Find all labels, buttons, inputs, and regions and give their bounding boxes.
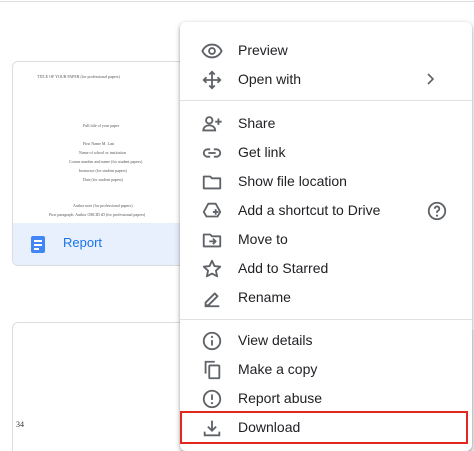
thumb-line: TITLE OF YOUR PAPER (for professional pa… (37, 74, 120, 79)
menu-item-label: Move to (238, 231, 288, 247)
link-icon (201, 142, 223, 164)
drive-shortcut-icon (201, 200, 223, 222)
thumb-line: Instructor (for student papers) (79, 168, 127, 173)
menu-item-label: Add to Starred (238, 260, 329, 276)
thumb-line: First paragraph, Author ORCID iD (for pr… (49, 212, 146, 217)
menu-item-label: Get link (238, 144, 286, 160)
menu-item-report-abuse[interactable]: Report abuse (180, 384, 472, 413)
file-card-footer[interactable]: Report (13, 223, 191, 265)
download-highlight-box (180, 411, 468, 444)
menu-item-label: Open with (238, 71, 302, 87)
menu-item-rename[interactable]: Rename (180, 283, 472, 312)
document-thumbnail: TITLE OF YOUR PAPER (for professional pa… (13, 62, 191, 223)
drive-screen: TITLE OF YOUR PAPER (for professional pa… (0, 0, 474, 451)
folder-icon (201, 171, 223, 193)
menu-item-label: View details (238, 332, 313, 348)
menu-item-make-a-copy[interactable]: Make a copy (180, 355, 472, 384)
chevron-right-icon (424, 71, 438, 87)
alert-icon (201, 388, 223, 410)
menu-item-label: Rename (238, 289, 291, 305)
menu-divider (180, 100, 472, 101)
copy-icon (201, 359, 223, 381)
context-menu: Preview Open with Share Get link Show fi… (180, 22, 472, 451)
thumb-line: Author note (for professional papers) (73, 203, 133, 208)
thumb-line: Date (for student papers) (83, 177, 123, 182)
thumb-line: Course number and name (for student pape… (69, 159, 143, 164)
menu-item-add-shortcut[interactable]: Add a shortcut to Drive (180, 196, 472, 225)
file-card-second[interactable]: 34 (12, 322, 192, 451)
thumb-line: Full title of your paper (83, 123, 120, 128)
file-name: Report (63, 235, 103, 250)
menu-item-label: Share (238, 115, 276, 131)
thumb-line: First Name M. Last (83, 141, 115, 146)
menu-item-show-file-location[interactable]: Show file location (180, 167, 472, 196)
move-to-folder-icon (201, 229, 223, 251)
menu-item-label: Add a shortcut to Drive (238, 202, 381, 218)
info-icon (201, 330, 223, 352)
menu-item-preview[interactable]: Preview (180, 36, 472, 65)
google-docs-icon (31, 236, 45, 253)
menu-item-label: Show file location (238, 173, 347, 189)
menu-item-share[interactable]: Share (180, 109, 472, 138)
menu-item-move-to[interactable]: Move to (180, 225, 472, 254)
person-add-icon (201, 113, 223, 135)
eye-icon (201, 40, 223, 62)
pencil-icon (201, 287, 223, 309)
move-arrows-icon (201, 69, 223, 91)
menu-divider (180, 319, 472, 320)
menu-item-get-link[interactable]: Get link (180, 138, 472, 167)
star-icon (201, 258, 223, 280)
file-card-report[interactable]: TITLE OF YOUR PAPER (for professional pa… (12, 61, 192, 266)
page-number: 34 (16, 420, 24, 429)
menu-item-view-details[interactable]: View details (180, 326, 472, 355)
menu-item-open-with[interactable]: Open with (180, 65, 472, 94)
menu-item-label: Report abuse (238, 390, 323, 406)
top-divider (0, 1, 474, 2)
menu-item-add-to-starred[interactable]: Add to Starred (180, 254, 472, 283)
help-circle-icon[interactable] (426, 200, 448, 222)
thumb-line: Name of school or institution (79, 150, 126, 155)
menu-item-label: Make a copy (238, 361, 318, 377)
menu-item-label: Preview (238, 42, 288, 58)
